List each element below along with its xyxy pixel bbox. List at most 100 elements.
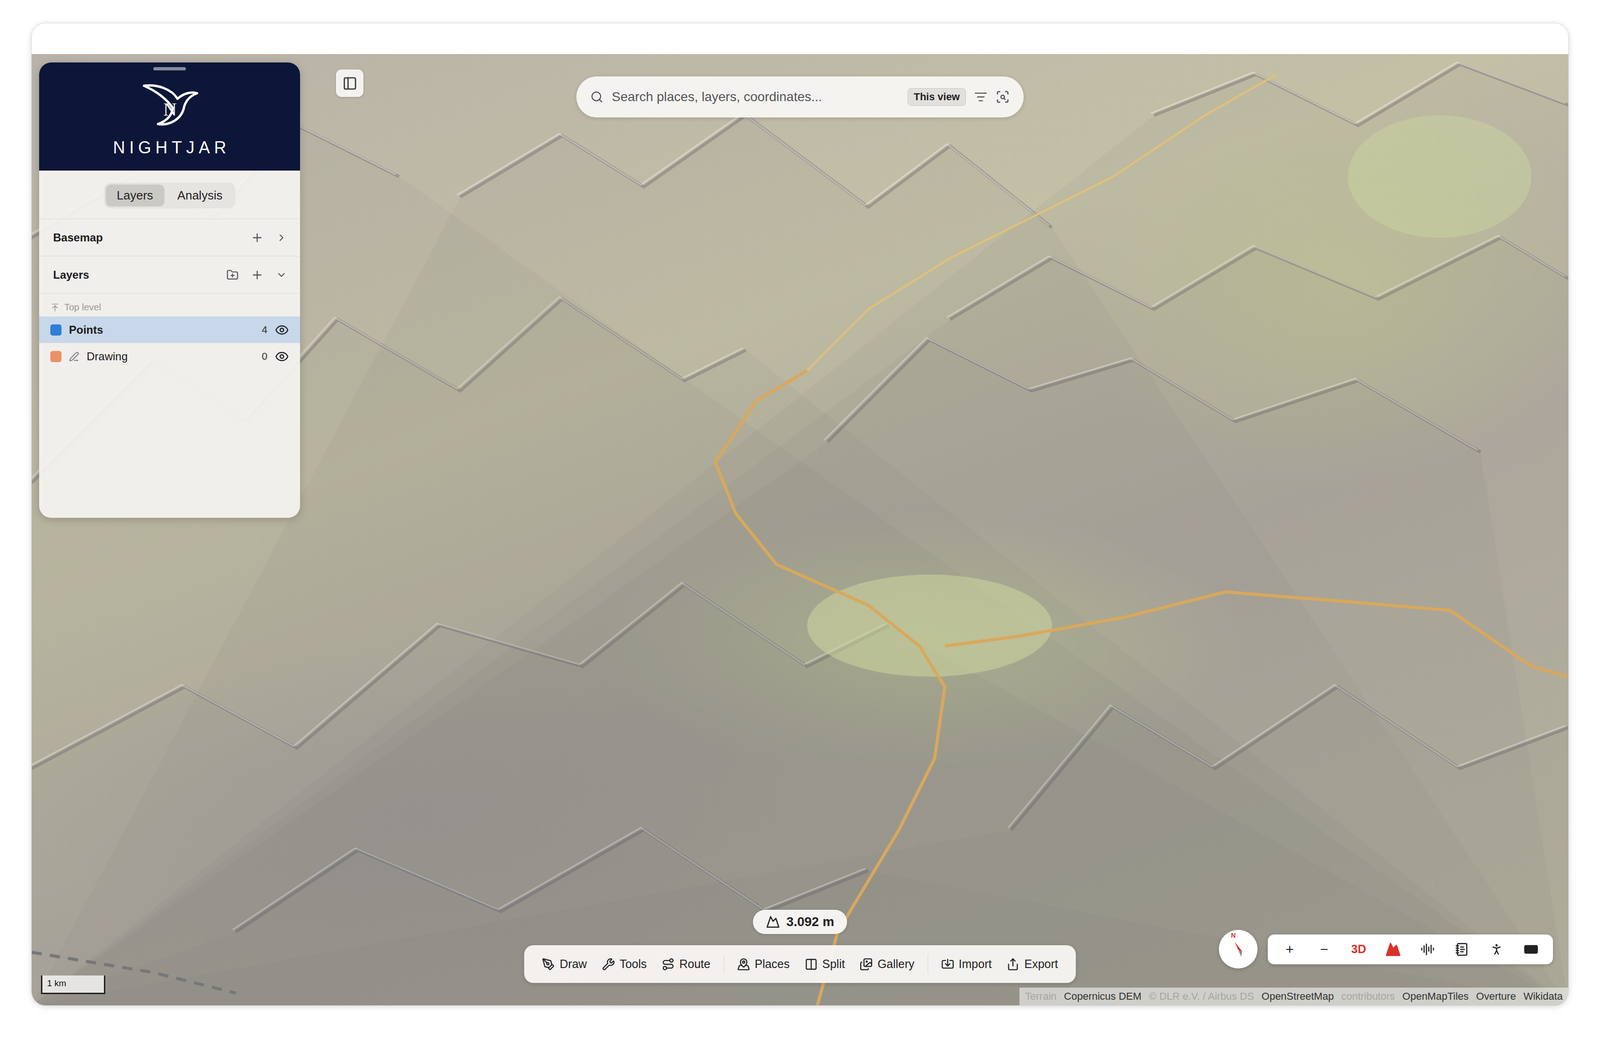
terrain-toggle[interactable] <box>1375 941 1411 958</box>
toolbar-button[interactable]: Draw <box>537 954 592 974</box>
control-bar: +−3D <box>1267 934 1553 965</box>
3d-toggle[interactable]: 3D <box>1341 942 1376 956</box>
attribution-link[interactable]: contributors <box>1341 990 1395 1003</box>
toolbar-divider <box>927 954 929 974</box>
toolbar-button[interactable]: Split <box>800 954 850 974</box>
tab[interactable]: Layers <box>105 184 165 207</box>
scope-chip[interactable]: This view <box>907 88 966 106</box>
search-bar[interactable]: Search places, layers, coordinates... Thi… <box>576 76 1024 118</box>
section-label: Layers <box>53 268 215 282</box>
search-icon <box>590 90 604 104</box>
title-bar <box>31 23 1569 55</box>
compass[interactable]: N <box>1218 929 1258 969</box>
attribution-link[interactable]: Overture <box>1476 990 1517 1003</box>
brand-name: NIGHTJAR <box>109 137 231 158</box>
section-row[interactable]: Basemap <box>39 218 301 257</box>
toolbar: DrawToolsRoute PlacesSplitGallery ImportEx… <box>524 944 1076 983</box>
tabs-row: LayersAnalysis <box>39 170 301 219</box>
tool-icon <box>541 957 555 971</box>
image-search-icon[interactable] <box>995 89 1010 104</box>
drag-handle[interactable] <box>153 67 186 71</box>
toolbar-button[interactable]: Tools <box>597 954 652 974</box>
sidebar: NNIGHTJARLayersAnalysisBasemapLayersTop … <box>39 62 301 518</box>
sidebar-toggle-button[interactable] <box>335 69 364 97</box>
panel-left-icon <box>342 75 358 91</box>
add-button[interactable] <box>250 231 264 245</box>
notebook-icon <box>1455 942 1470 957</box>
zoom-in-button[interactable]: + <box>1272 941 1307 958</box>
folder-plus-icon <box>226 268 239 281</box>
pen-icon <box>68 351 80 362</box>
toolbar-button[interactable]: Import <box>936 954 997 974</box>
toolbar-button[interactable]: Export <box>1001 954 1063 974</box>
search-input[interactable]: Search places, layers, coordinates... <box>611 89 900 105</box>
group-row: Top level <box>39 293 301 317</box>
filter-icon[interactable] <box>974 90 988 104</box>
eye-icon <box>274 349 289 364</box>
section-label: Basemap <box>53 231 239 245</box>
toolbar-divider <box>723 954 725 974</box>
visibility-toggle[interactable] <box>274 349 289 364</box>
chevron-down-icon <box>275 269 288 281</box>
app-window: NNIGHTJARLayersAnalysisBasemapLayersTop … <box>31 23 1569 1006</box>
section-row[interactable]: Layers <box>39 256 301 294</box>
toolbar-button[interactable]: Places <box>732 954 795 974</box>
zoom-out-button[interactable]: − <box>1306 941 1342 958</box>
tab[interactable]: Analysis <box>166 184 234 207</box>
mountain-icon <box>765 914 780 929</box>
tool-icon <box>737 957 751 971</box>
legend-button[interactable] <box>1444 942 1480 957</box>
toolbar-button[interactable]: Route <box>656 954 716 974</box>
toolbar-button[interactable]: Gallery <box>854 954 919 974</box>
chevron-right-icon <box>275 232 288 244</box>
attribution-link[interactable]: © DLR e.V. / Airbus DS <box>1148 990 1255 1003</box>
add-folder-button[interactable] <box>226 268 239 281</box>
pedestrian-button[interactable] <box>1479 942 1514 957</box>
profile-icon <box>1420 942 1435 957</box>
layer-color[interactable] <box>50 350 62 363</box>
svg-text:N: N <box>163 98 178 120</box>
attribution-link[interactable]: OpenStreetMap <box>1261 990 1334 1003</box>
compass-needle-icon <box>1229 939 1248 959</box>
nightjar-logo-icon: N <box>139 75 200 132</box>
profile-button[interactable] <box>1410 942 1445 957</box>
visibility-toggle[interactable] <box>274 322 289 337</box>
layer-count: 0 <box>261 350 268 363</box>
terrain-icon <box>1385 941 1402 958</box>
expand-button[interactable] <box>275 232 288 244</box>
layer-count: 4 <box>261 323 268 336</box>
layer-color[interactable] <box>50 324 62 336</box>
tool-icon <box>1006 957 1020 971</box>
tool-icon <box>601 957 616 971</box>
attribution-link[interactable]: Wikidata <box>1523 990 1563 1003</box>
scale-bar: 1 km <box>41 975 106 994</box>
plus-icon <box>250 231 264 245</box>
layer-row[interactable]: Points 4 <box>39 316 301 343</box>
screen: NNIGHTJARLayersAnalysisBasemapLayersTop … <box>0 0 1600 1044</box>
attribution-link[interactable]: OpenMapTiles <box>1402 990 1469 1003</box>
tool-icon <box>941 957 955 971</box>
sidebar-header: N NIGHTJAR <box>39 62 301 171</box>
elevation-pill: 3.092 m <box>752 909 848 934</box>
attribution-link[interactable]: Terrain <box>1025 990 1057 1003</box>
layer-name: Drawing <box>86 349 255 363</box>
attribution-link[interactable]: Copernicus DEM <box>1064 990 1142 1003</box>
arrow-up-icon <box>50 302 60 313</box>
tabs: LayersAnalysis <box>103 182 236 209</box>
tool-icon <box>661 957 675 971</box>
person-icon <box>1489 942 1504 957</box>
tool-icon <box>859 957 873 971</box>
fullscreen-button[interactable] <box>1513 941 1549 957</box>
plus-icon <box>250 268 264 282</box>
layer-row[interactable]: Drawing 0 <box>39 342 301 370</box>
layer-name: Points <box>68 323 255 337</box>
rectangle-icon <box>1523 941 1539 957</box>
tool-icon <box>804 957 818 971</box>
map-area[interactable]: NNIGHTJARLayersAnalysisBasemapLayersTop … <box>31 54 1569 1006</box>
map-controls: N +−3D <box>1218 929 1553 969</box>
attribution: Terrain Copernicus DEM © DLR e.V. / Airbus… <box>1019 987 1569 1006</box>
eye-icon <box>274 322 289 337</box>
add-button[interactable] <box>250 268 264 282</box>
expand-button[interactable] <box>275 269 288 281</box>
compass-north: N <box>1230 931 1236 939</box>
